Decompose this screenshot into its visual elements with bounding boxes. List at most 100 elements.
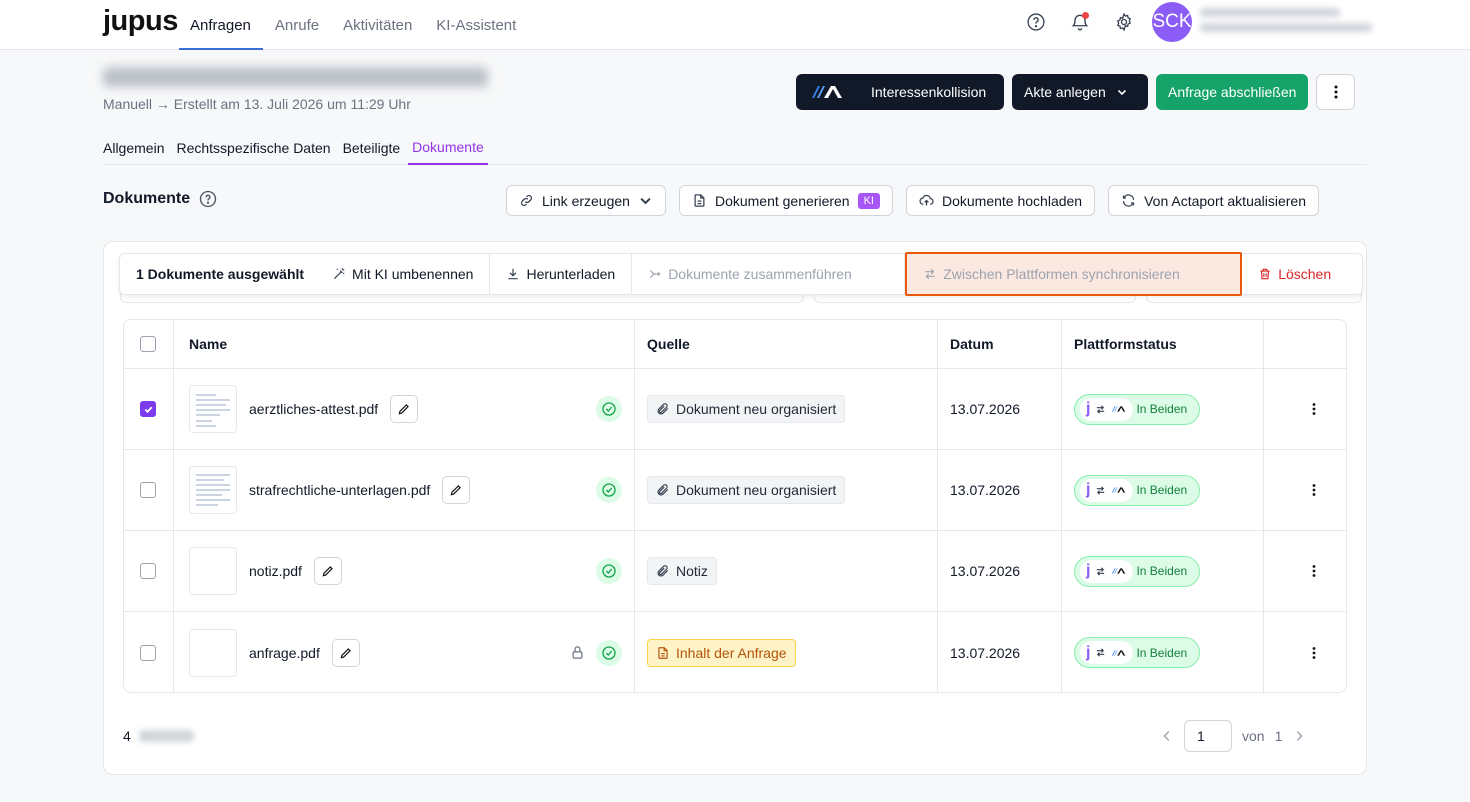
trash-icon — [1258, 267, 1272, 281]
paperclip-icon — [657, 565, 669, 577]
jupus-logo[interactable]: jupus — [103, 5, 178, 38]
ki-badge: KI — [857, 192, 880, 209]
document-name[interactable]: aerztliches-attest.pdf — [249, 401, 378, 417]
edit-name-button[interactable] — [390, 395, 419, 423]
akte-anlegen-label: Akte anlegen — [1024, 84, 1106, 100]
file-text-icon — [692, 193, 707, 208]
row-actions-dots-icon[interactable] — [1306, 531, 1322, 611]
top-navbar: jupus Anfragen Anrufe Aktivitäten KI-Ass… — [0, 0, 1470, 50]
nav-aktivitaeten[interactable]: Aktivitäten — [331, 0, 424, 50]
detail-tabs: Allgemein Rechtsspezifische Daten Beteil… — [103, 130, 1367, 165]
source-badge: Notiz — [647, 557, 717, 585]
chevron-left-icon[interactable] — [1160, 729, 1174, 743]
edit-name-button[interactable] — [442, 476, 471, 504]
actaport-logo-icon — [1111, 648, 1127, 658]
help-icon[interactable] — [1020, 6, 1052, 38]
row-checkbox[interactable] — [140, 401, 156, 417]
tab-allgemein[interactable]: Allgemein — [103, 130, 164, 165]
nav-ki-assistent[interactable]: KI-Assistent — [424, 0, 528, 50]
column-header-platform-status[interactable]: Plattformstatus — [1074, 320, 1177, 368]
link-erzeugen-label: Link erzeugen — [542, 192, 630, 209]
edit-name-button[interactable] — [313, 557, 342, 585]
loeschen-button[interactable]: Löschen — [1242, 254, 1347, 294]
document-thumbnail[interactable] — [189, 547, 237, 595]
vertical-dots-icon — [1328, 84, 1344, 100]
notification-dot — [1082, 12, 1089, 19]
total-count: 4 — [123, 728, 131, 744]
page-title-blurred — [103, 64, 488, 90]
table-row[interactable]: strafrechtliche-unterlagen.pdf Dokument … — [124, 450, 1346, 531]
source-badge: Inhalt der Anfrage — [647, 638, 796, 667]
column-header-name[interactable]: Name — [189, 320, 227, 368]
lock-icon — [570, 612, 585, 692]
nav-anfragen[interactable]: Anfragen — [179, 0, 263, 50]
check-circle-icon — [596, 558, 622, 584]
notification-bell-icon[interactable] — [1064, 6, 1096, 38]
actaport-aktualisieren-button[interactable]: Von Actaport aktualisieren — [1108, 185, 1319, 216]
row-actions-dots-icon[interactable] — [1306, 612, 1322, 692]
row-checkbox[interactable] — [140, 563, 156, 579]
pencil-icon — [450, 485, 462, 496]
column-header-date[interactable]: Datum — [950, 320, 994, 368]
document-name[interactable]: notiz.pdf — [249, 563, 302, 579]
magic-wand-icon — [332, 267, 346, 281]
dokumente-hochladen-button[interactable]: Dokumente hochladen — [906, 185, 1096, 216]
anfrage-abschliessen-button[interactable]: Anfrage abschließen — [1156, 74, 1309, 110]
synchronisieren-button[interactable]: Zwischen Plattformen synchronisieren — [905, 252, 1243, 296]
dokument-generieren-button[interactable]: Dokument generieren KI — [678, 185, 893, 216]
table-row[interactable]: notiz.pdf Notiz 13.07.2026 j In Beiden — [124, 531, 1346, 612]
table-header-row: Name Quelle Datum Plattformstatus — [124, 320, 1346, 369]
chevron-right-icon[interactable] — [1292, 729, 1306, 743]
more-options-button[interactable] — [1316, 74, 1356, 110]
jupus-j-icon: j — [1086, 400, 1091, 417]
tab-rechtsspezifische-daten[interactable]: Rechtsspezifische Daten — [176, 130, 330, 165]
document-thumbnail[interactable] — [189, 628, 237, 677]
check-circle-icon — [596, 477, 622, 503]
link-erzeugen-button[interactable]: Link erzeugen — [506, 185, 666, 216]
table-row[interactable]: aerztliches-attest.pdf Dokument neu orga… — [124, 369, 1346, 450]
user-avatar[interactable]: SCK — [1152, 2, 1192, 42]
select-all-checkbox[interactable] — [140, 336, 156, 352]
column-header-source[interactable]: Quelle — [647, 320, 690, 368]
herunterladen-label: Herunterladen — [526, 266, 616, 282]
page-subtitle: Manuell → Erstellt am 13. Juli 2026 um 1… — [103, 96, 411, 112]
documents-table: Name Quelle Datum Plattformstatus aerztl… — [123, 319, 1347, 693]
platform-status-label: In Beiden — [1136, 645, 1188, 660]
row-checkbox[interactable] — [140, 644, 156, 661]
zusammenfuehren-button[interactable]: Dokumente zusammenführen — [632, 254, 906, 294]
link-icon — [519, 193, 534, 208]
tab-beteiligte[interactable]: Beteiligte — [343, 130, 401, 165]
check-circle-icon — [596, 396, 622, 422]
platform-status-badge: j In Beiden — [1074, 555, 1201, 587]
nav-anrufe[interactable]: Anrufe — [263, 0, 331, 50]
platform-status-badge: j In Beiden — [1074, 637, 1201, 668]
source-badge: Dokument neu organisiert — [647, 476, 846, 504]
edit-name-button[interactable] — [331, 638, 360, 667]
row-actions-dots-icon[interactable] — [1306, 369, 1322, 449]
table-row[interactable]: anfrage.pdf Inhalt der Anfrage 13.07.202… — [124, 612, 1346, 692]
cloud-upload-icon — [919, 193, 934, 208]
interessenkollision-button[interactable]: Interessenkollision — [796, 74, 1004, 110]
akte-anlegen-button[interactable]: Akte anlegen — [1012, 74, 1148, 110]
document-name[interactable]: anfrage.pdf — [249, 645, 320, 661]
row-checkbox[interactable] — [140, 482, 156, 498]
sync-arrows-icon — [1095, 566, 1106, 577]
ki-umbenennen-button[interactable]: Mit KI umbenennen — [316, 254, 491, 294]
herunterladen-button[interactable]: Herunterladen — [490, 254, 633, 294]
tab-dokumente[interactable]: Dokumente — [408, 130, 488, 165]
document-thumbnail[interactable] — [189, 385, 237, 433]
document-name[interactable]: strafrechtliche-unterlagen.pdf — [249, 482, 430, 498]
row-actions-dots-icon[interactable] — [1306, 450, 1322, 530]
page-number-input[interactable]: 1 — [1184, 720, 1232, 752]
platform-status-label: In Beiden — [1136, 402, 1188, 416]
help-circle-icon[interactable] — [199, 190, 217, 208]
user-name-blurred[interactable] — [1200, 8, 1372, 38]
document-date: 13.07.2026 — [950, 482, 1021, 498]
zusammenfuehren-label: Dokumente zusammenführen — [668, 266, 852, 282]
actaport-logo-icon — [1111, 485, 1127, 495]
jupus-j-icon: j — [1086, 481, 1091, 498]
document-thumbnail[interactable] — [189, 466, 237, 514]
interessenkollision-label: Interessenkollision — [871, 84, 987, 100]
settings-gear-icon[interactable] — [1108, 6, 1140, 38]
total-pages: 1 — [1274, 728, 1283, 744]
